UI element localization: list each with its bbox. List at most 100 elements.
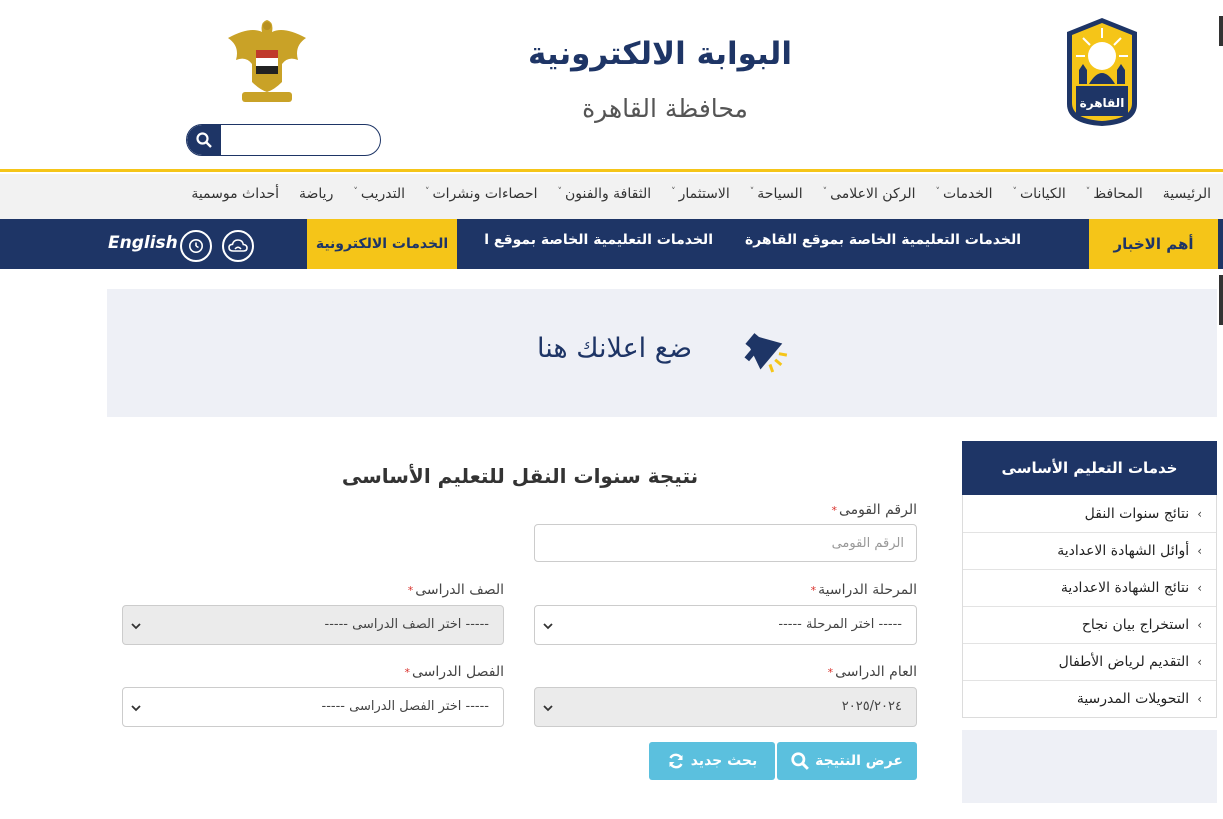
chevron-left-icon: › bbox=[1197, 544, 1202, 558]
chevron-down-icon: ˅ bbox=[822, 187, 828, 197]
search-icon bbox=[791, 752, 810, 770]
nav-item[interactable]: الكيانات ˅ bbox=[1013, 186, 1066, 202]
refresh-icon bbox=[669, 753, 683, 769]
nav-item-label: الركن الاعلامى bbox=[830, 186, 916, 202]
form-title: نتيجة سنوات النقل للتعليم الأساسى bbox=[341, 464, 699, 488]
chevron-down-icon bbox=[543, 623, 553, 630]
sidebar-item[interactable]: › نتائج سنوات النقل bbox=[963, 495, 1216, 532]
nav-item[interactable]: الاستثمار ˅ bbox=[671, 186, 730, 202]
required-asterisk: * bbox=[404, 666, 411, 679]
chevron-left-icon: › bbox=[1197, 692, 1202, 706]
nav-item[interactable]: الخدمات ˅ bbox=[936, 186, 993, 202]
sidebar-item-label: أوائل الشهادة الاعدادية bbox=[1057, 543, 1190, 559]
new-search-label: بحث جديد bbox=[690, 753, 758, 769]
nav-item[interactable]: الرئيسية bbox=[1163, 186, 1211, 202]
search-box bbox=[186, 124, 381, 156]
nav-item-label: الاستثمار bbox=[678, 186, 730, 202]
cloud-icon bbox=[228, 239, 248, 252]
required-asterisk: * bbox=[407, 584, 414, 597]
required-asterisk: * bbox=[831, 504, 838, 517]
nav-item-label: المحافظ bbox=[1093, 186, 1143, 202]
nav-item[interactable]: رياضة bbox=[299, 186, 333, 202]
show-result-label: عرض النتيجة bbox=[815, 753, 903, 769]
sidebar-item-label: نتائج الشهادة الاعدادية bbox=[1060, 580, 1190, 596]
ad-text: ضع اعلانك هنا bbox=[537, 333, 693, 364]
nav-item-label: رياضة bbox=[299, 186, 334, 202]
news-ticker-item[interactable]: الخدمات التعليمية الخاصة بموقع ا bbox=[484, 232, 713, 248]
national-id-label-text: الرقم القومى bbox=[839, 502, 917, 518]
sidebar-item-label: استخراج بيان نجاح bbox=[1081, 617, 1190, 633]
nav-item-label: الكيانات bbox=[1020, 186, 1066, 202]
year-select-value: ٢٠٢٥/٢٠٢٤ bbox=[841, 699, 902, 714]
sidebar-item[interactable]: › التقديم لرياض الأطفال bbox=[963, 643, 1216, 680]
chevron-down-icon: ˅ bbox=[1085, 187, 1091, 197]
nav-item-label: احصاءات ونشرات bbox=[432, 186, 538, 202]
sidebar-item-label: التقديم لرياض الأطفال bbox=[1058, 654, 1190, 670]
nav-item[interactable]: أحداث موسمية bbox=[191, 186, 279, 202]
stage-label: المرحلة الدراسية* bbox=[811, 582, 917, 598]
cairo-logo-text: القاهرة bbox=[1080, 96, 1125, 110]
search-icon bbox=[196, 132, 212, 148]
nav-item[interactable]: التدريب ˅ bbox=[353, 186, 405, 202]
sidebar-item[interactable]: › التحويلات المدرسية bbox=[963, 680, 1216, 717]
term-select-value: ----- اختر الفصل الدراسى ----- bbox=[321, 699, 489, 714]
weather-button[interactable] bbox=[222, 230, 254, 262]
chevron-left-icon: › bbox=[1197, 655, 1202, 669]
nav-item-label: أحداث موسمية bbox=[191, 186, 280, 202]
cairo-governorate-logo[interactable]: القاهرة bbox=[1063, 14, 1141, 130]
nav-item-label: الرئيسية bbox=[1162, 186, 1211, 202]
chevron-down-icon: ˅ bbox=[935, 187, 941, 197]
top-news-label: أهم الاخبار bbox=[1089, 219, 1218, 269]
advertisement-banner[interactable]: ضع اعلانك هنا bbox=[107, 289, 1217, 417]
chevron-down-icon bbox=[543, 705, 553, 712]
year-label-text: العام الدراسى bbox=[835, 664, 917, 680]
stage-select[interactable]: ----- اختر المرحلة ----- bbox=[534, 605, 917, 645]
sidebar-item[interactable]: › استخراج بيان نجاح bbox=[963, 606, 1216, 643]
news-ticker-item[interactable]: الخدمات التعليمية الخاصة بموقع القاهرة bbox=[745, 232, 1021, 248]
e-services-button[interactable]: الخدمات الالكترونية bbox=[307, 219, 457, 269]
sidebar-ad-box bbox=[962, 730, 1217, 803]
term-label: الفصل الدراسى* bbox=[405, 664, 504, 680]
chevron-left-icon: › bbox=[1197, 618, 1202, 632]
chevron-down-icon: ˅ bbox=[1012, 187, 1018, 197]
nav-item[interactable]: احصاءات ونشرات ˅ bbox=[425, 186, 538, 202]
nav-item[interactable]: السياحة ˅ bbox=[750, 186, 803, 202]
chevron-down-icon bbox=[131, 705, 141, 712]
year-select[interactable]: ٢٠٢٥/٢٠٢٤ bbox=[534, 687, 917, 727]
scrollbar-marker bbox=[1219, 16, 1223, 46]
sidebar-item[interactable]: › نتائج الشهادة الاعدادية bbox=[963, 569, 1216, 606]
grade-label: الصف الدراسى* bbox=[408, 582, 504, 598]
national-id-input[interactable] bbox=[534, 524, 917, 562]
nav-item-label: الخدمات bbox=[943, 186, 993, 202]
stage-select-value: ----- اختر المرحلة ----- bbox=[778, 617, 902, 632]
news-ticker: الخدمات التعليمية الخاصة بموقع القاهرة ا… bbox=[457, 219, 1089, 269]
english-language-link[interactable]: English bbox=[108, 233, 178, 253]
nav-item-label: التدريب bbox=[360, 186, 405, 202]
nav-item[interactable]: الركن الاعلامى ˅ bbox=[823, 186, 916, 202]
grade-select[interactable]: ----- اختر الصف الدراسى ----- bbox=[122, 605, 504, 645]
sidebar-item-label: التحويلات المدرسية bbox=[1076, 691, 1190, 707]
nav-item-label: الثقافة والفنون bbox=[564, 186, 652, 202]
clock-icon bbox=[189, 239, 203, 253]
year-label: العام الدراسى* bbox=[828, 664, 917, 680]
chevron-down-icon bbox=[131, 623, 141, 630]
clock-button[interactable] bbox=[180, 230, 212, 262]
nav-item[interactable]: الثقافة والفنون ˅ bbox=[557, 186, 651, 202]
grade-select-value: ----- اختر الصف الدراسى ----- bbox=[324, 617, 490, 632]
term-label-text: الفصل الدراسى bbox=[412, 664, 504, 680]
show-result-button[interactable]: عرض النتيجة bbox=[777, 742, 917, 780]
site-subtitle: محافظة القاهرة bbox=[582, 94, 748, 123]
new-search-button[interactable]: بحث جديد bbox=[649, 742, 775, 780]
grade-label-text: الصف الدراسى bbox=[415, 582, 504, 598]
chevron-down-icon: ˅ bbox=[424, 187, 430, 197]
chevron-down-icon: ˅ bbox=[671, 187, 676, 197]
sidebar-item[interactable]: › أوائل الشهادة الاعدادية bbox=[963, 532, 1216, 569]
national-id-label: الرقم القومى* bbox=[832, 502, 917, 518]
nav-item-label: السياحة bbox=[757, 186, 803, 202]
term-select[interactable]: ----- اختر الفصل الدراسى ----- bbox=[122, 687, 504, 727]
search-input[interactable] bbox=[221, 125, 379, 155]
required-asterisk: * bbox=[827, 666, 834, 679]
chevron-down-icon: ˅ bbox=[353, 187, 358, 197]
search-button[interactable] bbox=[187, 125, 221, 155]
nav-item[interactable]: المحافظ ˅ bbox=[1086, 186, 1143, 202]
